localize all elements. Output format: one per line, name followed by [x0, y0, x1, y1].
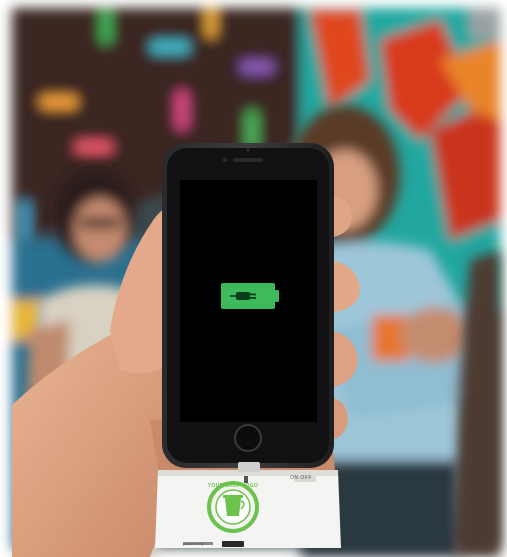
- charger-attachment: [155, 462, 341, 548]
- charger-logo-text: YOUR SHOP LOGO: [207, 483, 259, 489]
- photo-scene: [0, 0, 507, 557]
- charger-switch-label: ON OFF: [290, 475, 312, 481]
- battery-charging-icon: [221, 283, 279, 309]
- charger-footer-text: powered by: [183, 541, 204, 546]
